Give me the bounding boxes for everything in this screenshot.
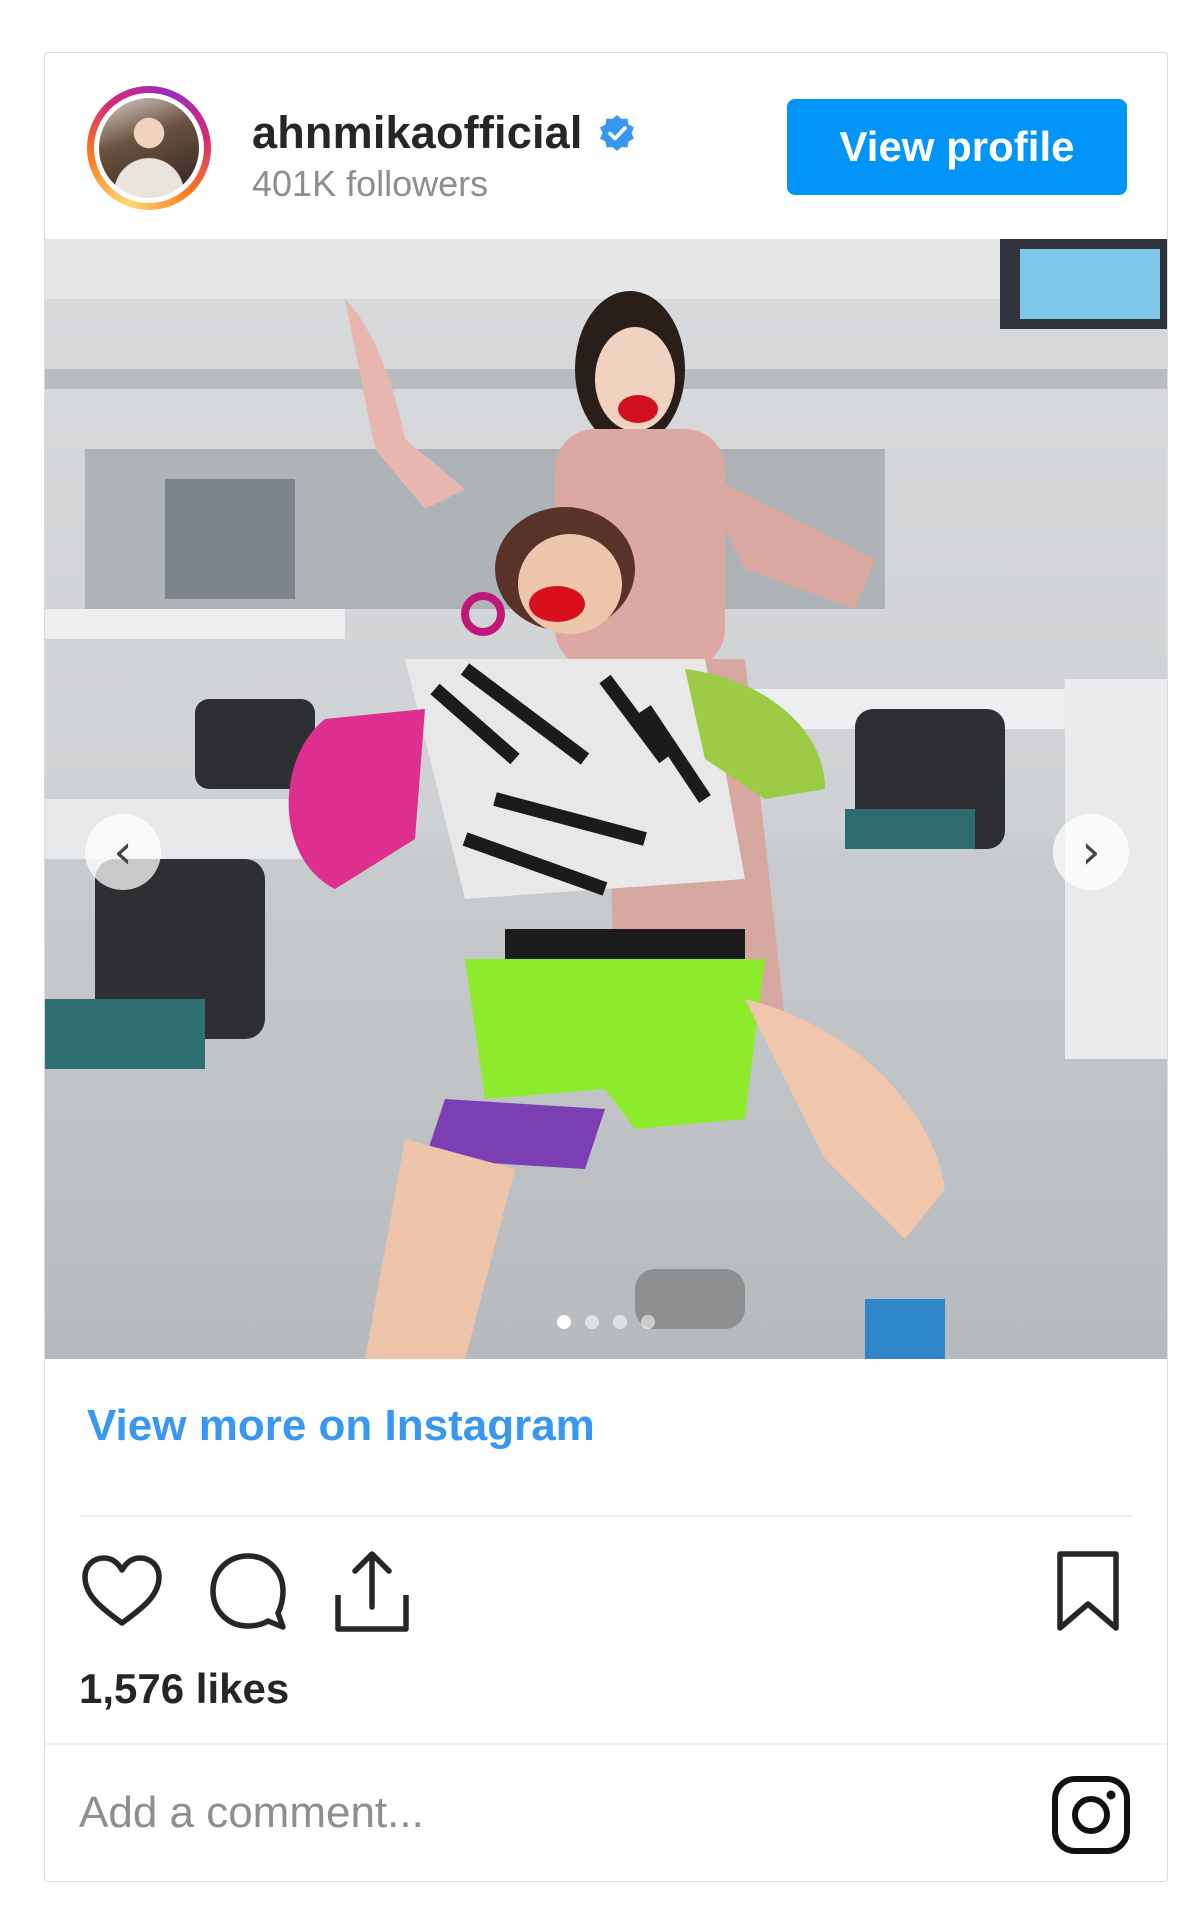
- like-button[interactable]: [79, 1548, 165, 1634]
- carousel-dot: [557, 1315, 571, 1329]
- share-button[interactable]: [329, 1548, 415, 1634]
- comment-input[interactable]: [79, 1773, 959, 1853]
- photo-scene: [45, 239, 1167, 1359]
- carousel-dot: [641, 1315, 655, 1329]
- heart-icon: [82, 1555, 162, 1626]
- instagram-embed-card: ahnmikaofficial 401K followers View prof…: [44, 52, 1168, 1882]
- view-more-link[interactable]: View more on Instagram: [87, 1401, 595, 1451]
- comment-button[interactable]: [205, 1548, 291, 1634]
- avatar-image: [99, 98, 199, 198]
- save-button[interactable]: [1045, 1548, 1131, 1634]
- carousel-prev-button[interactable]: ‹: [85, 814, 161, 890]
- avatar[interactable]: [87, 86, 211, 210]
- post-header: ahnmikaofficial 401K followers View prof…: [45, 53, 1167, 239]
- carousel-indicator: [45, 1315, 1167, 1329]
- follower-count: 401K followers: [252, 163, 489, 204]
- like-count: 1,576 likes: [79, 1665, 290, 1712]
- chevron-right-icon: ›: [1081, 824, 1101, 880]
- instagram-logo-icon[interactable]: [1051, 1775, 1131, 1855]
- post-photo[interactable]: ‹ ›: [45, 239, 1167, 1359]
- divider: [79, 1515, 1133, 1517]
- bookmark-icon: [1057, 1551, 1119, 1631]
- view-profile-button[interactable]: View profile: [787, 99, 1127, 195]
- carousel-dot: [585, 1315, 599, 1329]
- username-row: ahnmikaofficial: [252, 105, 637, 161]
- avatar-frame: [94, 93, 204, 203]
- verified-badge-icon: [599, 115, 634, 151]
- divider: [45, 1743, 1167, 1745]
- action-bar: [79, 1548, 1133, 1648]
- comment-icon: [210, 1553, 286, 1630]
- share-icon: [335, 1551, 409, 1632]
- username[interactable]: ahnmikaofficial: [252, 107, 583, 159]
- chevron-left-icon: ‹: [113, 824, 133, 880]
- carousel-next-button[interactable]: ›: [1053, 814, 1129, 890]
- carousel-dot: [613, 1315, 627, 1329]
